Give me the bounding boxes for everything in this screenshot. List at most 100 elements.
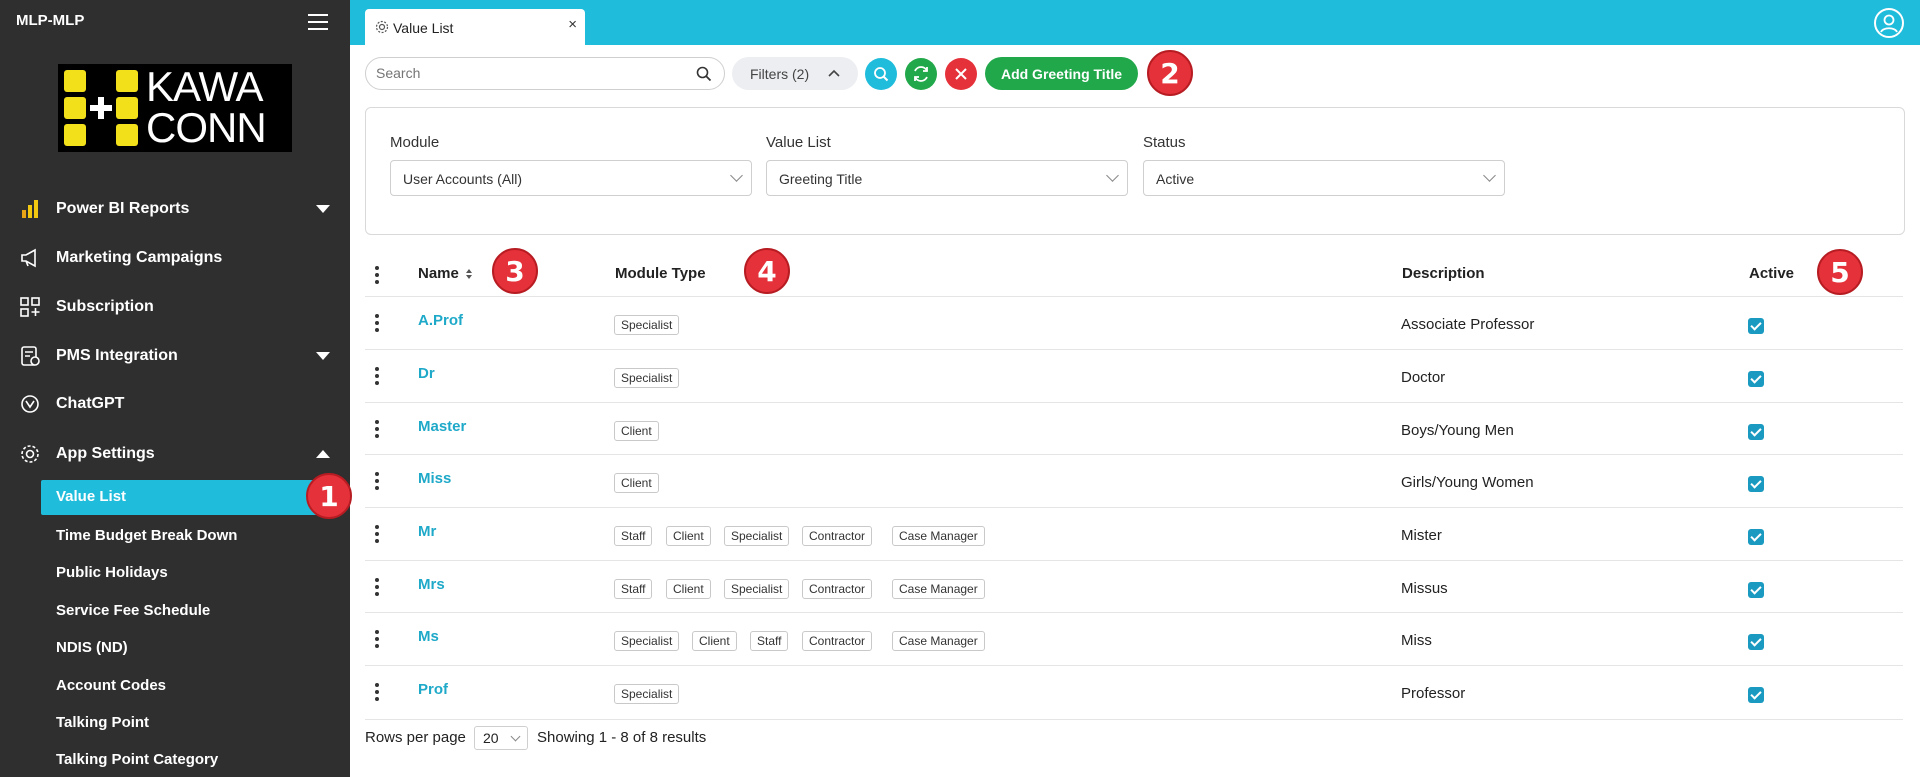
header-kebab-icon[interactable]	[375, 266, 379, 287]
sidebar-sub-time-budget[interactable]: Time Budget Break Down	[56, 527, 237, 544]
annotation-badge-2: 2	[1147, 50, 1193, 96]
hamburger-menu-icon[interactable]	[308, 14, 328, 30]
row-name-link[interactable]: Master	[418, 418, 466, 435]
search-button[interactable]	[865, 58, 897, 90]
tab-value-list[interactable]: Value List ×	[365, 9, 585, 45]
sidebar-sub-service-fee[interactable]: Service Fee Schedule	[56, 602, 210, 619]
module-type-tag: Specialist	[724, 579, 790, 599]
active-checkbox[interactable]	[1748, 529, 1764, 545]
refresh-button[interactable]	[905, 58, 937, 90]
sidebar: MLP-MLP KAWA CONN Power BI Reports Market…	[0, 0, 352, 777]
row-kebab-icon[interactable]	[375, 314, 379, 335]
sidebar-item-app-settings[interactable]: App Settings	[0, 434, 350, 474]
sidebar-sub-talking-point[interactable]: Talking Point	[56, 714, 149, 731]
sidebar-sub-talking-point-category[interactable]: Talking Point Category	[56, 751, 218, 768]
column-header-name[interactable]: Name	[418, 265, 459, 282]
active-checkbox[interactable]	[1748, 687, 1764, 703]
module-type-tag: Client	[666, 526, 711, 546]
user-profile-icon[interactable]	[1874, 8, 1904, 38]
row-name-link[interactable]: Mrs	[418, 576, 445, 593]
row-description: Missus	[1401, 580, 1448, 597]
column-header-module-type[interactable]: Module Type	[615, 265, 706, 282]
module-type-tag: Client	[614, 421, 659, 441]
sidebar-item-chatgpt[interactable]: ChatGPT	[0, 384, 350, 424]
module-type-tag: Client	[692, 631, 737, 651]
row-description: Associate Professor	[1401, 316, 1535, 333]
sidebar-item-subscription[interactable]: Subscription	[0, 287, 350, 327]
sidebar-sub-ndis[interactable]: NDIS (ND)	[56, 639, 128, 656]
sidebar-item-power-bi-reports[interactable]: Power BI Reports	[0, 189, 350, 229]
megaphone-icon	[21, 248, 36, 268]
active-checkbox[interactable]	[1748, 318, 1764, 334]
search-input[interactable]	[376, 65, 676, 81]
row-kebab-icon[interactable]	[375, 683, 379, 704]
annotation-badge-1: 1	[306, 473, 352, 519]
sidebar-sub-value-list[interactable]: Value List	[56, 488, 126, 505]
active-checkbox[interactable]	[1748, 582, 1764, 598]
close-icon[interactable]: ×	[568, 16, 577, 33]
active-checkbox[interactable]	[1748, 371, 1764, 387]
status-filter-label: Status	[1143, 134, 1186, 151]
column-header-active[interactable]: Active	[1749, 265, 1794, 282]
row-name-link[interactable]: Mr	[418, 523, 436, 540]
filters-label: Filters (2)	[750, 65, 810, 82]
module-type-tag: Case Manager	[892, 631, 985, 651]
sort-icon[interactable]	[465, 268, 473, 280]
row-kebab-icon[interactable]	[375, 472, 379, 493]
row-description: Girls/Young Women	[1401, 474, 1534, 491]
column-header-description[interactable]: Description	[1402, 265, 1485, 282]
sidebar-sub-public-holidays[interactable]: Public Holidays	[56, 564, 168, 581]
refresh-icon	[914, 66, 928, 82]
annotation-badge-5: 5	[1817, 249, 1863, 295]
row-divider	[365, 402, 1903, 403]
row-description: Boys/Young Men	[1401, 422, 1514, 439]
filters-toggle-button[interactable]: Filters (2)	[732, 57, 858, 90]
module-type-tag: Specialist	[614, 315, 680, 335]
value-list-select[interactable]: Greeting Title	[766, 160, 1128, 196]
clear-button[interactable]	[945, 58, 977, 90]
row-kebab-icon[interactable]	[375, 578, 379, 599]
module-type-tag: Case Manager	[892, 526, 985, 546]
row-name-link[interactable]: Ms	[418, 628, 439, 645]
row-kebab-icon[interactable]	[375, 630, 379, 651]
row-kebab-icon[interactable]	[375, 420, 379, 441]
row-kebab-icon[interactable]	[375, 525, 379, 546]
chevron-down-icon	[1483, 169, 1496, 182]
power-bi-icon	[22, 200, 38, 218]
module-type-tag: Client	[666, 579, 711, 599]
module-type-tag: Case Manager	[892, 579, 985, 599]
module-type-tag: Contractor	[802, 579, 873, 599]
row-kebab-icon[interactable]	[375, 367, 379, 388]
add-greeting-title-button[interactable]: Add Greeting Title	[985, 57, 1138, 90]
row-name-link[interactable]: Miss	[418, 470, 451, 487]
sidebar-item-label: Marketing Campaigns	[56, 249, 223, 266]
active-checkbox[interactable]	[1748, 424, 1764, 440]
active-checkbox[interactable]	[1748, 634, 1764, 650]
search-box[interactable]	[365, 57, 725, 90]
chevron-down-icon	[316, 205, 330, 213]
row-name-link[interactable]: A.Prof	[418, 312, 463, 329]
status-select[interactable]: Active	[1143, 160, 1505, 196]
sidebar-item-marketing-campaigns[interactable]: Marketing Campaigns	[0, 238, 350, 278]
sidebar-sub-account-codes[interactable]: Account Codes	[56, 677, 166, 694]
rows-per-page-select[interactable]: 20	[474, 726, 528, 750]
tab-label: Value List	[393, 20, 454, 36]
chevron-down-icon	[1106, 169, 1119, 182]
row-divider	[365, 507, 1903, 508]
gear-icon	[375, 20, 389, 34]
module-type-tag: Client	[614, 473, 659, 493]
module-select[interactable]: User Accounts (All)	[390, 160, 752, 196]
row-name-link[interactable]: Dr	[418, 365, 435, 382]
chevron-down-icon	[510, 731, 521, 742]
module-type-tag: Specialist	[614, 631, 680, 651]
module-type-tag: Specialist	[614, 368, 680, 388]
row-divider	[365, 560, 1903, 561]
row-name-link[interactable]: Prof	[418, 681, 448, 698]
gear-icon	[21, 445, 39, 463]
pms-icon	[21, 346, 40, 366]
top-bar	[350, 0, 1920, 45]
sidebar-item-pms-integration[interactable]: PMS Integration	[0, 336, 350, 376]
active-checkbox[interactable]	[1748, 476, 1764, 492]
search-icon[interactable]	[696, 66, 712, 82]
chevron-down-icon	[316, 352, 330, 360]
